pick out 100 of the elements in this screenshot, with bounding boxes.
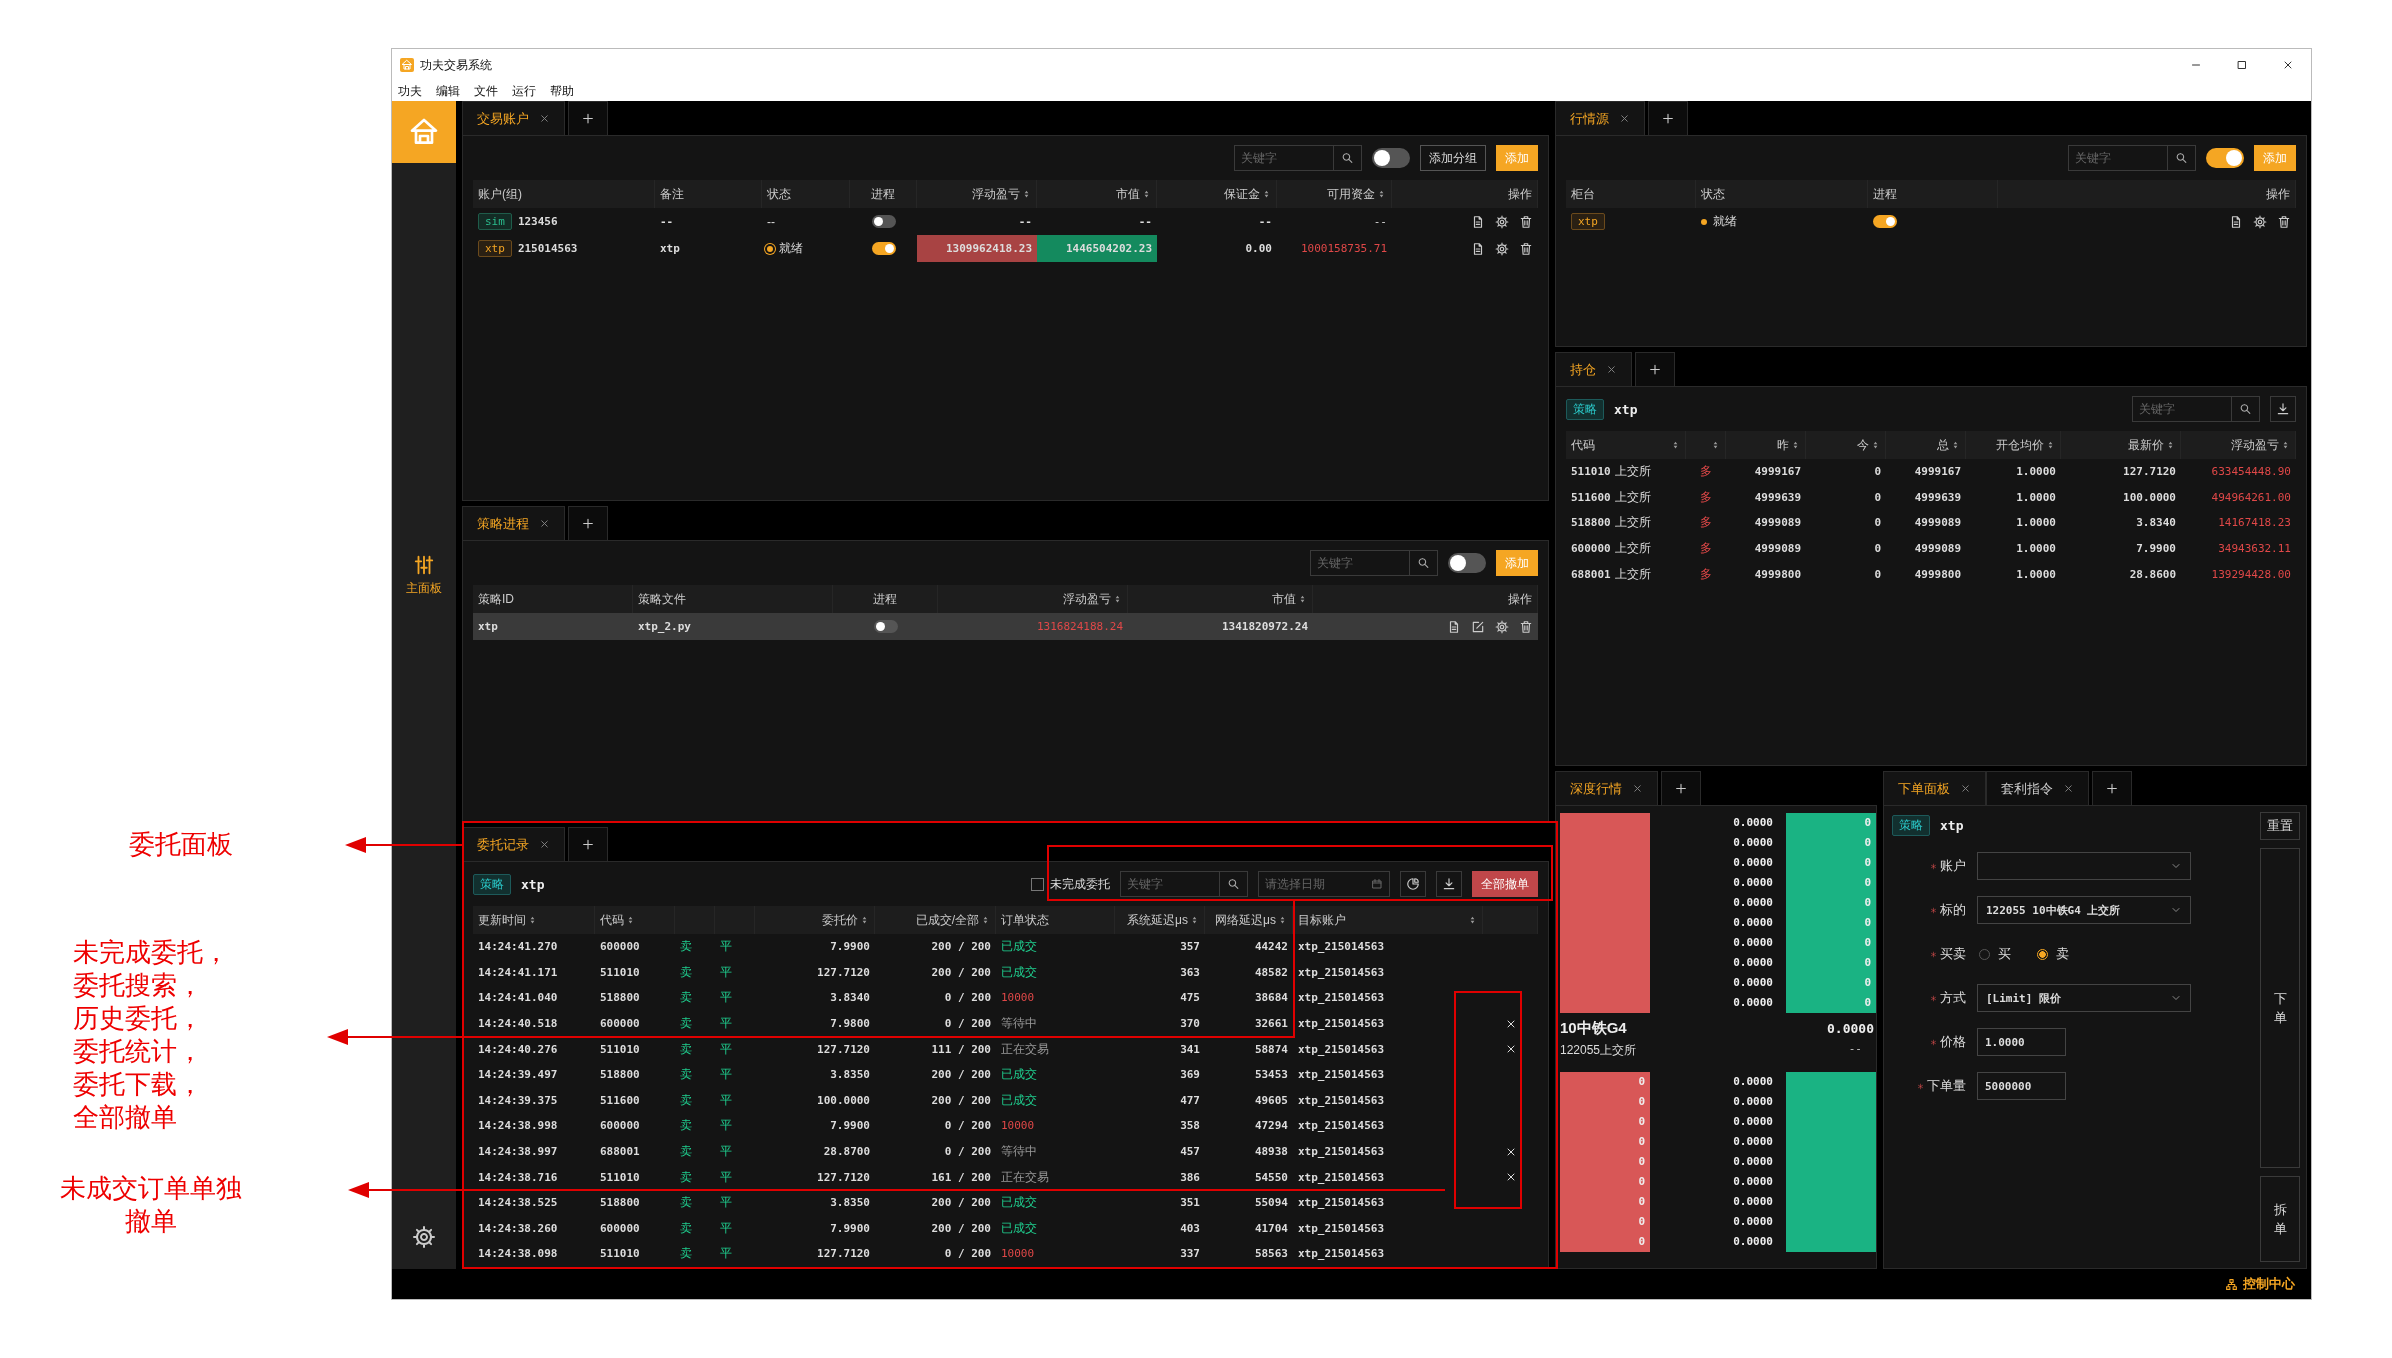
document-button[interactable] [1471, 241, 1485, 256]
delete-button[interactable] [1519, 619, 1533, 634]
search-field[interactable]: 关键字 [1235, 146, 1333, 170]
statistics-button[interactable] [1400, 871, 1426, 897]
panel-tab[interactable]: 行情源 [1555, 101, 1645, 135]
dropdown[interactable]: [Limit] 限价 [1977, 984, 2191, 1012]
sort-icon[interactable] [1951, 439, 1960, 451]
download-button[interactable] [1436, 871, 1462, 897]
sort-icon[interactable] [2281, 439, 2290, 451]
search-bar[interactable]: 关键字 [1310, 550, 1438, 576]
settings-button[interactable] [1495, 619, 1509, 634]
dropdown[interactable]: 122055 10中铁G4 上交所 [1977, 896, 2191, 924]
panel-tab[interactable]: 套利指令 [1986, 771, 2089, 805]
order-action-button[interactable]: 下单 [2260, 848, 2300, 1168]
toggle-switch[interactable] [1873, 215, 1897, 228]
sort-icon[interactable] [1671, 439, 1680, 451]
toggle-switch[interactable] [1448, 553, 1486, 573]
search-bar[interactable]: 关键字 [1120, 871, 1248, 897]
edit-button[interactable] [1471, 619, 1485, 634]
toggle-switch[interactable] [1372, 148, 1410, 168]
toggle-switch[interactable] [873, 620, 898, 633]
close-icon[interactable] [1960, 783, 1971, 794]
sort-icon[interactable] [860, 914, 869, 926]
sort-icon[interactable] [1468, 914, 1477, 926]
close-icon[interactable] [2063, 783, 2074, 794]
search-bar[interactable]: 关键字 [2068, 145, 2196, 171]
input-field[interactable]: 5000000 [1977, 1072, 2066, 1100]
close-icon[interactable] [539, 518, 550, 529]
table-cell: 600000 [1571, 542, 1611, 556]
add-button[interactable]: 添加分组 [1420, 145, 1486, 171]
volume-cell-text: 0 [1864, 995, 1872, 1011]
toggle-switch[interactable] [2206, 148, 2244, 168]
sort-icon[interactable] [1871, 439, 1880, 451]
toggle-switch[interactable] [871, 215, 896, 228]
menu-item[interactable]: 帮助 [550, 82, 574, 100]
checkbox-label[interactable]: 未完成委托 [1050, 875, 1110, 893]
sort-icon[interactable] [1278, 914, 1287, 926]
radio-label[interactable]: 卖 [2056, 945, 2069, 963]
cancel-all-button[interactable]: 全部撤单 [1472, 871, 1538, 897]
document-button[interactable] [2229, 214, 2243, 229]
document-button[interactable] [1447, 619, 1461, 634]
sort-icon[interactable] [2166, 439, 2175, 451]
input-field[interactable]: 1.0000 [1977, 1028, 2066, 1056]
search-field[interactable]: 关键字 [1311, 551, 1409, 575]
search-field[interactable]: 关键字 [2069, 146, 2167, 170]
close-icon[interactable] [539, 113, 550, 124]
sort-icon[interactable] [1711, 439, 1720, 451]
sort-icon[interactable] [1791, 439, 1800, 451]
radio-button[interactable] [2037, 948, 2048, 960]
close-icon[interactable] [1619, 113, 1630, 124]
sort-icon[interactable] [1142, 188, 1151, 200]
close-icon[interactable] [1632, 783, 1643, 794]
sort-icon[interactable] [981, 914, 990, 926]
date-picker[interactable]: 请选择日期 [1258, 871, 1390, 897]
sort-icon[interactable] [1377, 188, 1386, 200]
radio-label[interactable]: 买 [1998, 945, 2011, 963]
panel-tab[interactable]: 持仓 [1555, 352, 1632, 386]
search-field[interactable]: 关键字 [2133, 397, 2231, 421]
settings-button[interactable] [412, 1225, 436, 1249]
search-field[interactable]: 关键字 [1121, 872, 1219, 896]
toggle-switch[interactable] [871, 242, 896, 255]
close-icon[interactable] [539, 839, 550, 850]
menu-item[interactable]: 编辑 [436, 82, 460, 100]
settings-button[interactable] [1495, 241, 1509, 256]
sort-icon[interactable] [2046, 439, 2055, 451]
sort-icon[interactable] [1262, 188, 1271, 200]
sort-icon[interactable] [1298, 593, 1307, 605]
menu-item[interactable]: 文件 [474, 82, 498, 100]
panel-tab[interactable]: 交易账户 [462, 101, 565, 135]
panel-tab[interactable]: 深度行情 [1555, 771, 1658, 805]
table-cell: 卖 [680, 1219, 692, 1237]
checkbox[interactable] [1031, 877, 1044, 891]
control-center-link[interactable]: 控制中心 [2225, 1275, 2295, 1293]
panel-tab[interactable]: 委托记录 [462, 827, 565, 861]
sidebar-item[interactable]: 主面板 [406, 548, 442, 603]
download-button[interactable] [2270, 396, 2296, 422]
sort-icon[interactable] [1022, 188, 1031, 200]
delete-button[interactable] [1519, 214, 1533, 229]
menu-item[interactable]: 运行 [512, 82, 536, 100]
search-bar[interactable]: 关键字 [2132, 396, 2260, 422]
delete-button[interactable] [1519, 241, 1533, 256]
panel-tab[interactable]: 下单面板 [1883, 771, 1986, 805]
selected-row[interactable]: xtp xtp_2.py 1316824188.24 1341820972.24 [473, 613, 1538, 640]
settings-button[interactable] [1495, 214, 1509, 229]
download-icon [1442, 877, 1456, 891]
sort-icon[interactable] [1190, 914, 1199, 926]
sort-icon[interactable] [626, 914, 635, 926]
reset-button[interactable]: 重置 [2260, 812, 2300, 840]
document-button[interactable] [1471, 214, 1485, 229]
panel-tab[interactable]: 策略进程 [462, 506, 565, 540]
date-field[interactable]: 请选择日期 [1259, 877, 1371, 891]
close-icon[interactable] [1606, 364, 1617, 375]
menu-item[interactable]: 功夫 [398, 82, 422, 100]
order-action-button[interactable]: 拆单 [2260, 1176, 2300, 1262]
sort-icon[interactable] [528, 914, 537, 926]
sort-icon[interactable] [1113, 593, 1122, 605]
delete-button[interactable] [2277, 214, 2291, 229]
table-cell: 多 [1700, 488, 1712, 506]
search-bar[interactable]: 关键字 [1234, 145, 1362, 171]
settings-button[interactable] [2253, 214, 2267, 229]
